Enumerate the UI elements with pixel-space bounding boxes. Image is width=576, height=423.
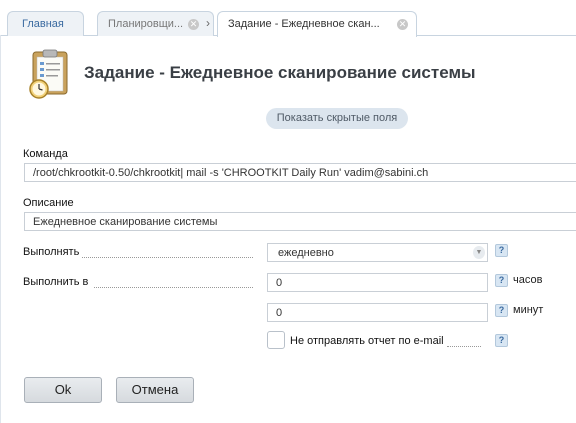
ok-button[interactable]: Ok (24, 377, 102, 403)
minutes-unit-label: минут (513, 304, 544, 316)
page-title: Задание - Ежедневное сканирование систем… (84, 63, 476, 82)
hours-unit-label: часов (513, 274, 543, 286)
help-icon[interactable]: ? (495, 244, 508, 257)
show-hidden-fields-button[interactable]: Показать скрытые поля (266, 108, 408, 129)
help-icon[interactable]: ? (495, 334, 508, 347)
tab-home-label: Главная (22, 18, 64, 30)
run-select[interactable]: ежедневно ▼ (267, 243, 488, 262)
help-icon[interactable]: ? (495, 304, 508, 317)
run-label: Выполнять (23, 246, 80, 258)
tab-scheduler-label: Планировщи... (108, 18, 184, 30)
scheduled-task-icon (29, 49, 68, 99)
content-border (0, 35, 1, 423)
tab-task-label: Задание - Ежедневное скан... (228, 18, 380, 30)
run-dotted-leader (82, 256, 253, 258)
chevron-right-icon: › (206, 16, 210, 30)
cancel-button[interactable]: Отмена (116, 377, 194, 403)
close-icon[interactable]: ✕ (188, 19, 199, 30)
no-email-label: Не отправлять отчет по e-mail (290, 335, 444, 347)
description-input[interactable]: Ежедневное сканирование системы (24, 212, 576, 231)
help-icon[interactable]: ? (495, 274, 508, 287)
run-at-dotted-leader (94, 286, 253, 288)
tab-home[interactable]: Главная (7, 11, 84, 36)
no-email-dotted-leader (447, 345, 481, 347)
tab-scheduler[interactable]: Планировщи... ✕ (97, 11, 214, 36)
close-icon[interactable]: ✕ (397, 19, 408, 30)
run-select-value: ежедневно (278, 247, 334, 259)
tab-task[interactable]: Задание - Ежедневное скан... ✕ (217, 11, 417, 37)
run-at-label: Выполнить в (23, 276, 89, 288)
hours-input[interactable]: 0 (267, 273, 488, 292)
command-label: Команда (23, 148, 68, 160)
command-input[interactable]: /root/chkrootkit-0.50/chkrootkit| mail -… (24, 163, 576, 182)
chevron-down-icon: ▼ (473, 246, 485, 259)
no-email-checkbox[interactable] (267, 331, 285, 349)
minutes-input[interactable]: 0 (267, 303, 488, 322)
tab-bar: Главная Планировщи... ✕ › Задание - Ежед… (0, 0, 576, 37)
description-label: Описание (23, 197, 74, 209)
